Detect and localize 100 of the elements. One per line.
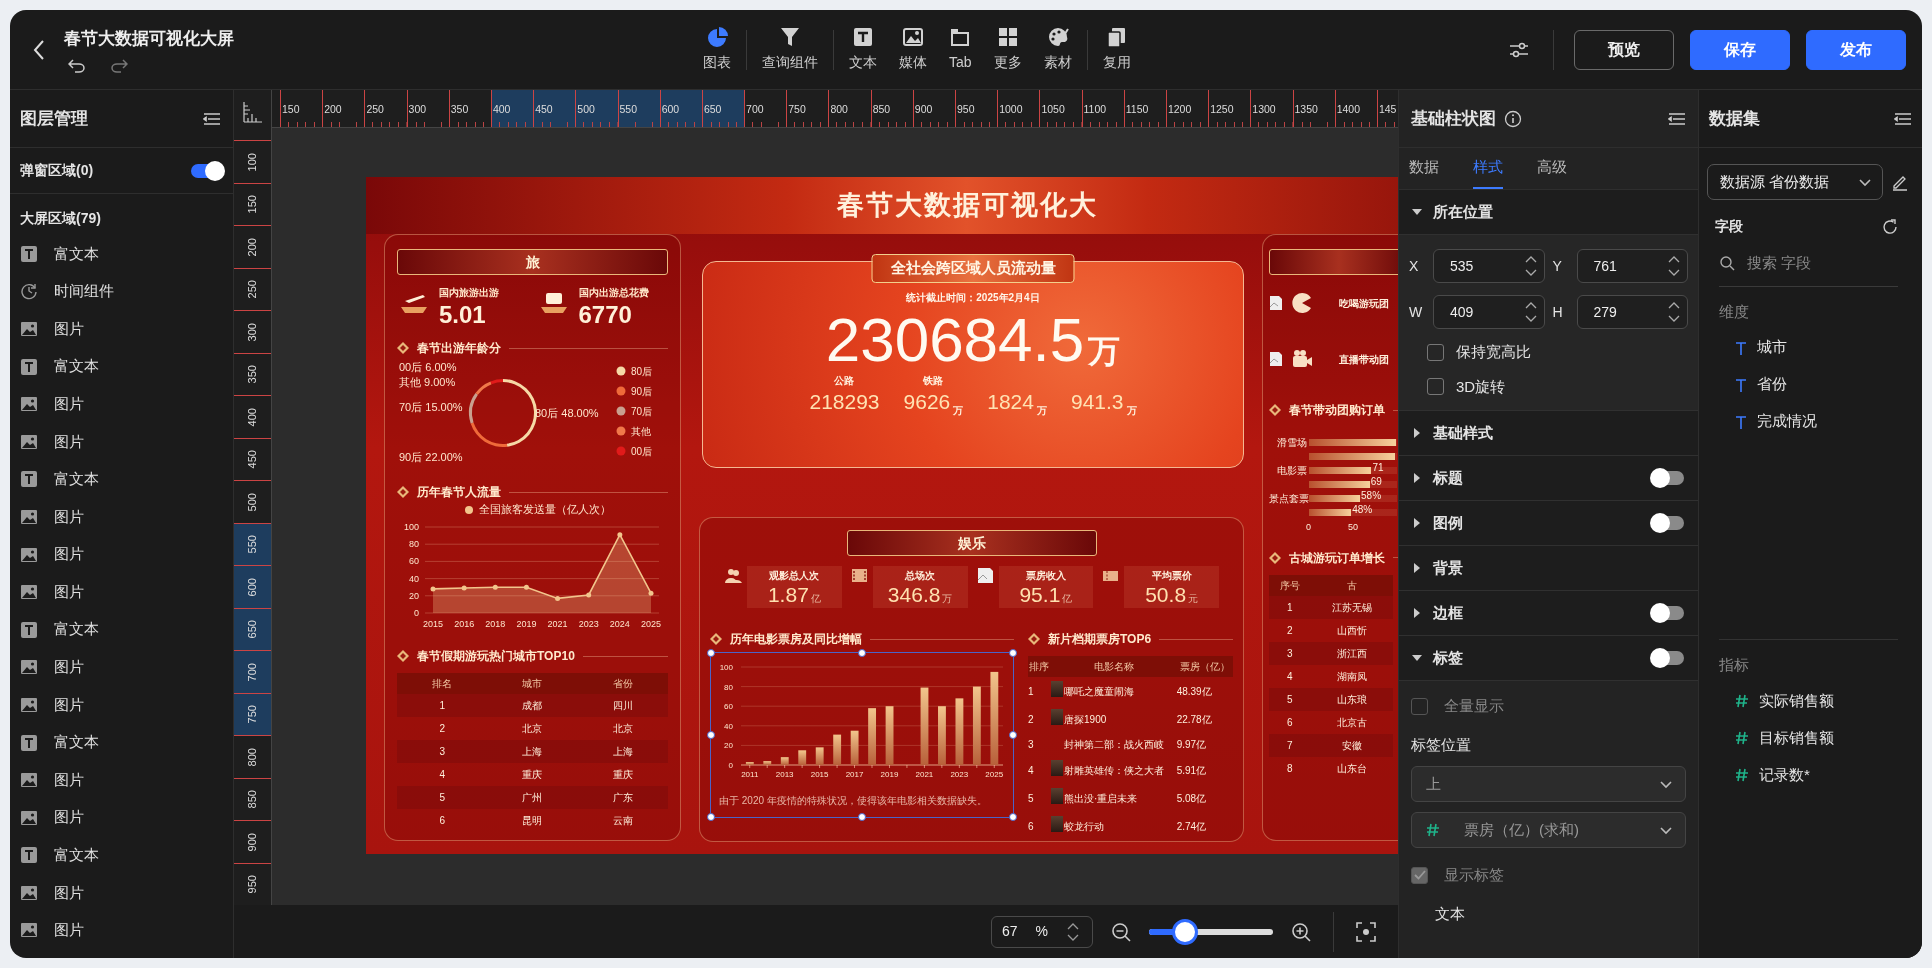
layer-item[interactable]: 图片 <box>10 385 233 423</box>
zoom-in-icon[interactable] <box>1291 921 1311 942</box>
number-field[interactable]: 761 <box>1576 249 1688 283</box>
search-field[interactable]: 搜索 字段 <box>1745 251 1885 276</box>
zoom-field[interactable]: 67 % <box>991 915 1093 948</box>
spinner-icon[interactable] <box>1523 254 1538 278</box>
resize-handle[interactable] <box>858 649 866 658</box>
section-header[interactable]: 边框 <box>1399 591 1698 636</box>
resize-handle[interactable] <box>707 731 715 740</box>
section-header[interactable]: 背景 <box>1399 546 1698 591</box>
table-cell: 2 <box>1269 618 1311 642</box>
value-label: 69 <box>1370 476 1382 487</box>
layer-item[interactable]: 富文本 <box>10 460 233 499</box>
selection-frame[interactable]: 0 20 40 60 80 100 2011 2013 2015 2017 2019 2021 2023 2025 由于 2020 年疫情的特殊状况，使得该年电影相关数据缺失。 <box>710 652 1014 819</box>
section-header[interactable]: 所在位置 <box>1399 190 1698 235</box>
bar <box>815 747 824 766</box>
layer-item[interactable]: 图片 <box>10 310 233 348</box>
section-header[interactable]: 基础样式 <box>1399 411 1698 456</box>
dropdown[interactable]: 上 <box>1411 766 1686 802</box>
axis-label: 20 <box>409 590 419 601</box>
info-icon[interactable] <box>1504 109 1522 128</box>
field-item[interactable]: 省份 <box>1699 366 1922 403</box>
copy-icon <box>1105 26 1128 48</box>
undo-icon[interactable] <box>68 59 86 74</box>
image-layer-icon <box>20 658 38 677</box>
layer-item[interactable]: 时间组件 <box>10 272 233 311</box>
layer-item[interactable]: 图片 <box>10 535 233 574</box>
menu-icon[interactable] <box>1894 111 1912 126</box>
settings-sliders-icon[interactable] <box>1509 41 1529 58</box>
layer-item[interactable]: 图片 <box>10 422 233 461</box>
tab[interactable]: 高级 <box>1537 148 1567 189</box>
menu-icon[interactable] <box>1668 111 1686 126</box>
resize-handle[interactable] <box>1009 731 1017 740</box>
resize-handle[interactable] <box>707 649 715 658</box>
layer-item[interactable]: 富文本 <box>10 610 233 649</box>
axis-label: 40 <box>724 721 733 731</box>
spinner-icon[interactable] <box>1667 254 1681 278</box>
field-item[interactable]: 目标销售额 <box>1699 719 1922 757</box>
menu-icon[interactable] <box>203 111 221 126</box>
field-item[interactable]: 实际销售额 <box>1699 682 1922 720</box>
resize-handle[interactable] <box>858 813 866 822</box>
layer-item[interactable]: 富文本 <box>10 347 233 386</box>
toolbar-button[interactable]: 图表 <box>692 26 742 73</box>
resize-handle[interactable] <box>1009 649 1017 658</box>
data-source-dropdown[interactable]: 数据源 省份数据 <box>1707 164 1883 200</box>
number-field[interactable]: 279 <box>1576 295 1688 329</box>
toolbar-button[interactable]: 媒体 <box>888 26 938 73</box>
unit-label: 亿 <box>1062 592 1073 607</box>
tab[interactable]: 数据 <box>1409 148 1439 189</box>
layer-item[interactable]: 图片 <box>10 498 233 536</box>
panel-title: 基础柱状图 <box>1411 107 1496 130</box>
back-icon[interactable] <box>32 38 46 61</box>
layer-item[interactable]: 图片 <box>10 686 233 724</box>
redo-icon[interactable] <box>110 59 128 74</box>
toolbar-button[interactable]: 文本 <box>838 26 888 73</box>
toolbar-button[interactable]: 查询组件 <box>751 26 829 73</box>
table-cell: 1 <box>397 694 488 717</box>
fit-screen-icon[interactable] <box>1356 921 1376 942</box>
section-header[interactable]: 标签 <box>1399 636 1698 681</box>
grid-icon <box>996 26 1019 48</box>
refresh-icon[interactable] <box>1882 218 1898 235</box>
chevron-down-icon <box>1659 824 1673 836</box>
field-item[interactable]: 城市 <box>1699 329 1922 366</box>
layer-item[interactable]: 富文本 <box>10 836 233 875</box>
text-layer-icon <box>20 846 38 865</box>
toolbar-button[interactable]: Tab <box>938 26 983 73</box>
zoom-slider[interactable] <box>1149 918 1273 945</box>
preview-button[interactable]: 预览 <box>1574 29 1674 70</box>
section-header[interactable]: 标题 <box>1399 456 1698 501</box>
checkbox[interactable] <box>1427 378 1444 396</box>
save-button[interactable]: 保存 <box>1690 29 1790 70</box>
text-layer-icon <box>20 620 38 639</box>
number-field[interactable]: 535 <box>1433 249 1545 283</box>
dropdown[interactable]: 票房（亿）(求和) <box>1411 812 1686 848</box>
layer-item[interactable]: 富文本 <box>10 723 233 762</box>
resize-handle[interactable] <box>707 813 715 822</box>
field-item[interactable]: 完成情况 <box>1699 403 1922 440</box>
layer-item[interactable]: 图片 <box>10 798 233 837</box>
toolbar-button[interactable]: 复用 <box>1091 26 1142 73</box>
resize-handle[interactable] <box>1009 813 1017 822</box>
axis-label: 0 <box>414 608 419 618</box>
spinner-icon[interactable] <box>1523 300 1538 324</box>
checkbox[interactable] <box>1427 343 1444 361</box>
zoom-out-icon[interactable] <box>1111 921 1131 942</box>
layer-item[interactable]: 图片 <box>10 648 233 687</box>
publish-button[interactable]: 发布 <box>1806 29 1906 70</box>
spinner-icon[interactable] <box>1667 300 1681 324</box>
field-item[interactable]: 记录数* <box>1699 756 1922 794</box>
toolbar-button[interactable]: 更多 <box>982 26 1033 73</box>
section-header[interactable]: 图例 <box>1399 501 1698 546</box>
layer-item[interactable]: 图片 <box>10 911 233 950</box>
layer-item[interactable]: 图片 <box>10 874 233 912</box>
toolbar-button[interactable]: 素材 <box>1032 26 1083 73</box>
layer-item[interactable]: 图片 <box>10 761 233 799</box>
layer-item[interactable]: 图片 <box>10 573 233 611</box>
number-field[interactable]: 409 <box>1433 295 1545 329</box>
slice-label: 其他 9.00% <box>399 376 456 388</box>
text-type-icon <box>1735 414 1747 429</box>
layer-item[interactable]: 富文本 <box>10 235 233 273</box>
slider-thumb[interactable] <box>1171 918 1198 945</box>
